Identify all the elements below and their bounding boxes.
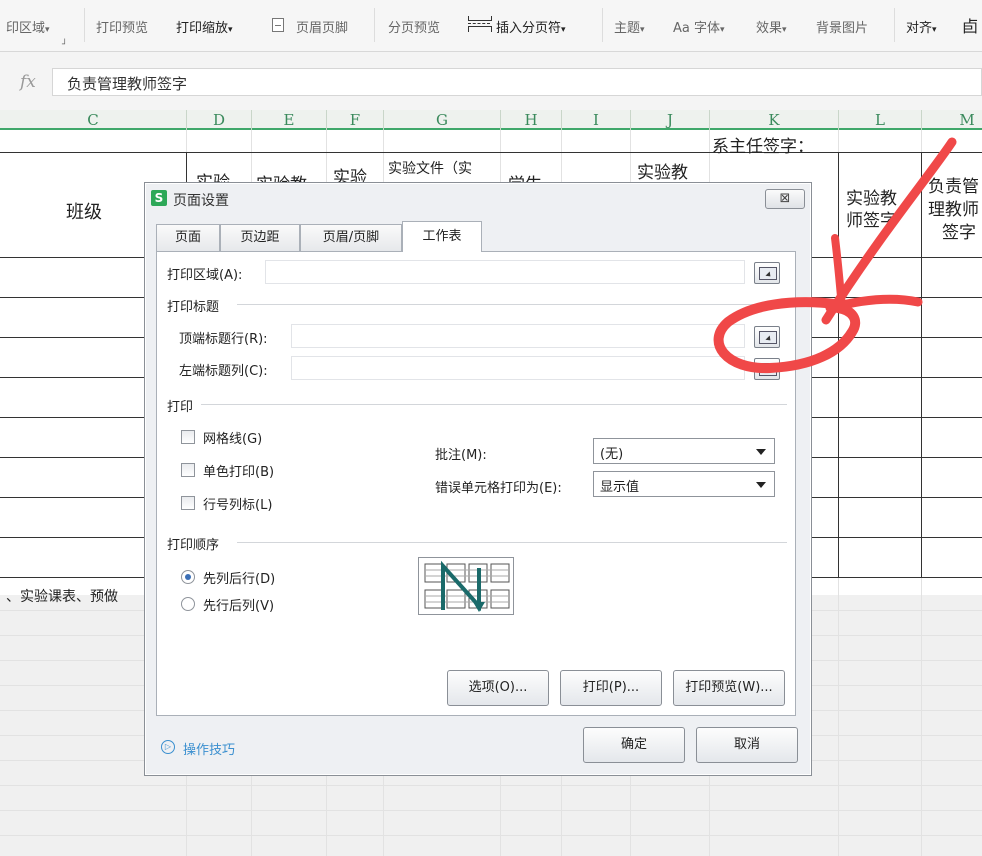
col-header-h[interactable]: H xyxy=(501,111,561,129)
row-col-headings-label: 行号列标(L) xyxy=(203,498,273,513)
cell-errors-label: 错误单元格打印为(E): xyxy=(435,481,562,496)
col-header-k[interactable]: K xyxy=(710,111,838,129)
dialog-titlebar[interactable]: S 页面设置 ⊠ xyxy=(145,183,811,215)
header-teacher-sign-2[interactable]: 师签字 xyxy=(846,206,897,231)
close-icon[interactable]: ⊠ xyxy=(765,189,805,209)
header-mgr-3[interactable]: 签字 xyxy=(942,218,976,243)
insert-page-break-menu[interactable]: 插入分页符▾ xyxy=(496,17,566,36)
footnote-cell[interactable]: 、实验课表、预做 xyxy=(6,586,118,606)
print-area-menu[interactable]: 印区域▾ xyxy=(6,17,50,36)
page-order-group-label: 打印顺序 xyxy=(167,538,220,553)
gridlines-checkbox[interactable] xyxy=(181,430,195,444)
page-order-preview-icon xyxy=(418,557,514,615)
over-then-down-label: 先行后列(V) xyxy=(203,599,275,614)
print-area-select-range-icon[interactable] xyxy=(754,262,780,284)
header-mgr-2[interactable]: 理教师 xyxy=(928,195,979,220)
col-header-m[interactable]: M xyxy=(922,111,982,129)
chevron-down-icon xyxy=(756,449,766,455)
tab-margins[interactable]: 页边距 xyxy=(220,224,300,251)
col-header-i[interactable]: I xyxy=(562,111,630,129)
page-break-preview-button[interactable]: 分页预览 xyxy=(388,17,440,36)
page-break-icon xyxy=(468,16,492,32)
group-corner-icon[interactable]: ┘ xyxy=(62,40,67,50)
top-rows-input[interactable] xyxy=(291,324,745,348)
page-setup-dialog: S 页面设置 ⊠ 页面 页边距 页眉/页脚 工作表 打印区域(A): 打印标题 … xyxy=(144,182,812,776)
tab-sheet[interactable]: 工作表 xyxy=(402,221,482,252)
theme-menu[interactable]: 主题▾ xyxy=(614,17,645,36)
options-button[interactable]: 选项(O)... xyxy=(447,670,549,706)
print-preview-button[interactable]: 打印预览 xyxy=(96,17,148,36)
gridlines-label: 网格线(G) xyxy=(203,432,263,447)
monochrome-label: 单色打印(B) xyxy=(203,465,275,480)
tips-link[interactable]: 操作技巧 xyxy=(183,739,235,758)
col-header-l[interactable]: L xyxy=(839,111,921,129)
align-menu[interactable]: 对齐▾ xyxy=(906,17,937,36)
header-exp-4[interactable]: 实验教 xyxy=(637,158,688,183)
play-tips-icon[interactable]: ▷ xyxy=(161,740,175,754)
col-header-f[interactable]: F xyxy=(327,111,383,129)
cancel-button[interactable]: 取消 xyxy=(696,727,798,763)
print-titles-group-label: 打印标题 xyxy=(167,300,220,315)
tab-page[interactable]: 页面 xyxy=(156,224,220,251)
tab-header-footer[interactable]: 页眉/页脚 xyxy=(300,224,402,251)
header-mgr-1[interactable]: 负责管 xyxy=(928,172,979,197)
over-then-down-radio[interactable] xyxy=(181,597,195,611)
header-file-1[interactable]: 实验文件（实 xyxy=(388,158,472,178)
sheet-tab-panel: 打印区域(A): 打印标题 顶端标题行(R): 左端标题列(C): 打印 网格线… xyxy=(156,251,796,716)
print-scale-menu[interactable]: 打印缩放▾ xyxy=(176,17,233,36)
dept-head-sign-cell[interactable]: 系主任签字： xyxy=(712,132,814,157)
left-columns-select-range-icon[interactable] xyxy=(754,358,780,380)
class-header-cell[interactable]: 班级 xyxy=(66,198,102,224)
print-button[interactable]: 打印(P)... xyxy=(560,670,662,706)
col-header-c[interactable]: C xyxy=(0,111,186,129)
formula-input[interactable]: 负责管理教师签字 xyxy=(52,68,982,96)
down-then-over-radio[interactable] xyxy=(181,570,195,584)
print-area-label: 打印区域(A): xyxy=(167,268,243,283)
left-columns-input[interactable] xyxy=(291,356,745,380)
col-header-j[interactable]: J xyxy=(631,111,709,129)
align-icon[interactable]: 卣 xyxy=(962,13,978,37)
header-footer-icon xyxy=(272,18,284,32)
top-rows-select-range-icon[interactable] xyxy=(754,326,780,348)
col-header-e[interactable]: E xyxy=(252,111,326,129)
font-menu[interactable]: Aa 字体▾ xyxy=(673,17,725,36)
left-columns-label: 左端标题列(C): xyxy=(179,364,268,379)
print-preview-dialog-button[interactable]: 打印预览(W)... xyxy=(673,670,785,706)
monochrome-checkbox[interactable] xyxy=(181,463,195,477)
ok-button[interactable]: 确定 xyxy=(583,727,685,763)
header-footer-button[interactable]: 页眉页脚 xyxy=(296,17,348,36)
chevron-down-icon xyxy=(756,482,766,488)
column-header-bar: C D E F G H I J K L M xyxy=(0,110,982,130)
top-rows-label: 顶端标题行(R): xyxy=(179,332,268,347)
dialog-title: 页面设置 xyxy=(173,193,229,209)
fx-icon[interactable]: fx xyxy=(20,72,36,92)
row-col-headings-checkbox[interactable] xyxy=(181,496,195,510)
wps-logo-icon: S xyxy=(151,190,167,206)
print-area-input[interactable] xyxy=(265,260,745,284)
background-image-button[interactable]: 背景图片 xyxy=(816,17,868,36)
print-group-label: 打印 xyxy=(167,400,194,415)
comments-label: 批注(M): xyxy=(435,448,487,463)
ribbon-toolbar: 印区域▾ ┘ 打印预览 打印缩放▾ 页眉页脚 分页预览 插入分页符▾ 主题▾ A… xyxy=(0,0,982,52)
cell-errors-select[interactable]: 显示值 xyxy=(593,471,775,497)
down-then-over-label: 先列后行(D) xyxy=(203,572,276,587)
effects-menu[interactable]: 效果▾ xyxy=(756,17,787,36)
col-header-g[interactable]: G xyxy=(384,111,500,129)
col-header-d[interactable]: D xyxy=(187,111,251,129)
comments-select[interactable]: (无) xyxy=(593,438,775,464)
